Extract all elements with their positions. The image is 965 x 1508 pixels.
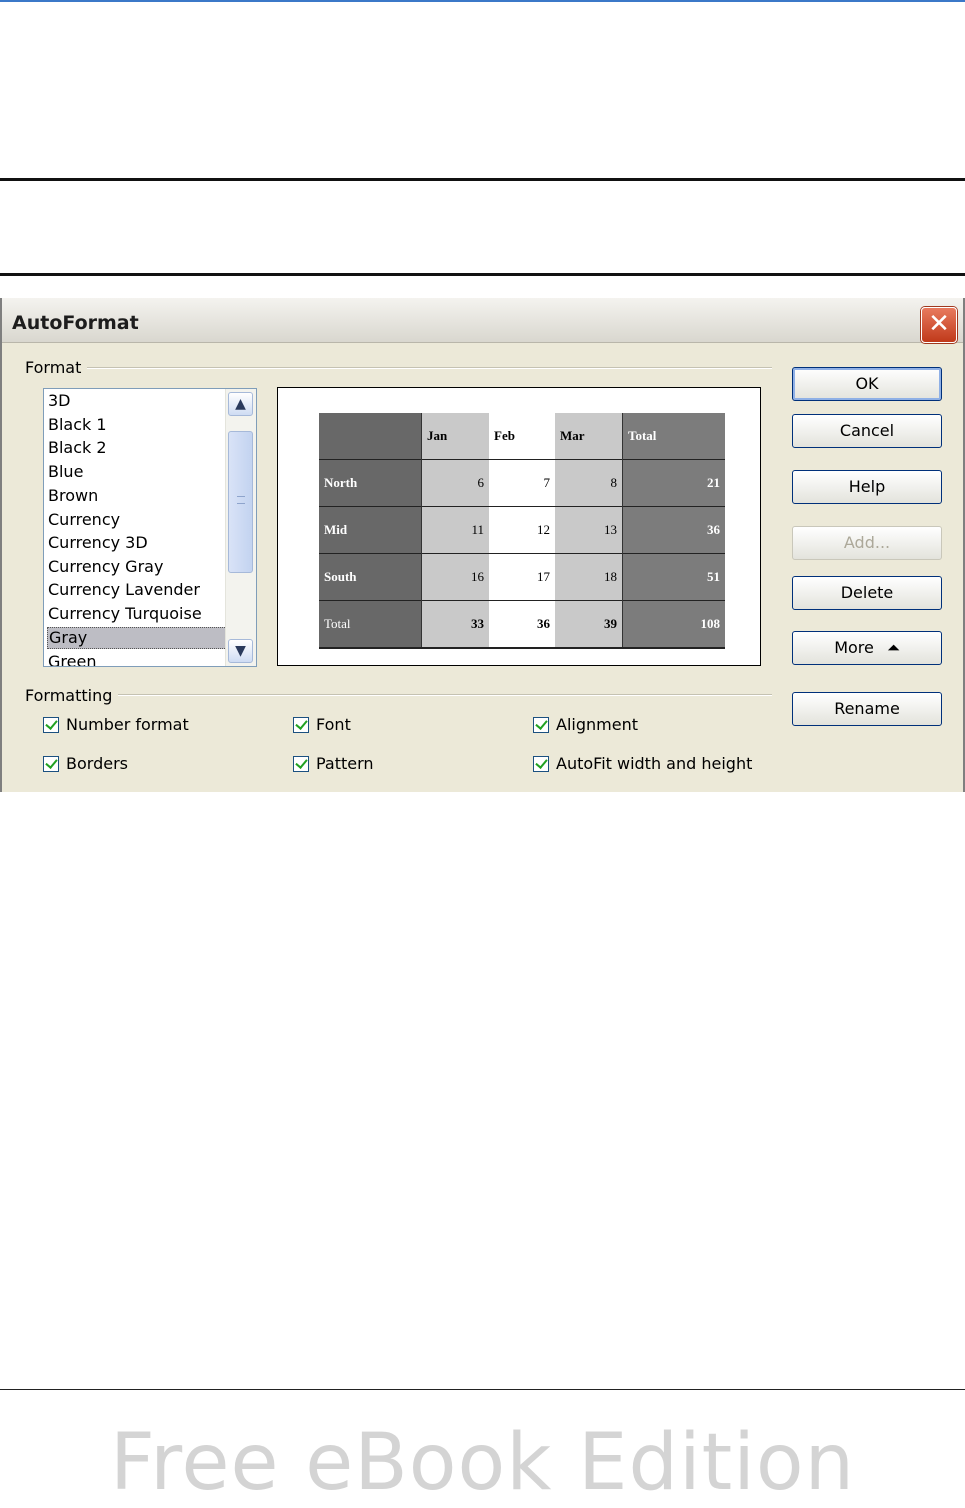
scroll-up-button[interactable]: ▲ <box>228 392 253 416</box>
preview-cell: 36 <box>489 600 555 649</box>
format-preview: Jan Feb Mar Total North 6 7 8 21 Mid 11 … <box>277 387 761 666</box>
close-icon: ✕ <box>928 309 950 339</box>
table-top-rule <box>0 178 965 181</box>
preview-total-row: Total 33 36 39 108 <box>319 600 725 649</box>
close-button[interactable]: ✕ <box>921 307 957 343</box>
preview-cell: 39 <box>555 600 623 649</box>
preview-cell: 18 <box>555 553 623 601</box>
watermark-text: Free eBook Edition <box>109 1418 856 1508</box>
preview-row: North 6 7 8 21 <box>319 459 725 507</box>
list-scrollbar[interactable]: ▲ ▼ <box>225 389 256 666</box>
preview-cell: 12 <box>489 506 555 554</box>
dialog-title: AutoFormat <box>12 312 139 334</box>
list-item[interactable]: Currency Gray <box>47 556 228 578</box>
title-bar: AutoFormat ✕ <box>2 298 963 343</box>
format-group-label: Format <box>25 358 88 377</box>
autofit-label[interactable]: AutoFit width and height <box>556 754 752 773</box>
formatting-group-label: Formatting <box>25 686 119 705</box>
preview-cell: Feb <box>489 413 555 460</box>
pattern-checkbox[interactable] <box>293 756 309 772</box>
list-item[interactable]: Black 2 <box>47 437 228 459</box>
alignment-label[interactable]: Alignment <box>556 715 638 734</box>
font-checkbox[interactable] <box>293 717 309 733</box>
scroll-thumb[interactable] <box>228 431 253 573</box>
preview-header-row: Jan Feb Mar Total <box>319 413 725 460</box>
preview-cell: South <box>319 553 422 601</box>
ok-button[interactable]: OK <box>792 367 942 401</box>
preview-cell: Jan <box>421 413 489 460</box>
preview-cell: 33 <box>421 600 489 649</box>
scroll-down-button[interactable]: ▼ <box>228 639 253 663</box>
preview-cell: Total <box>319 600 422 649</box>
preview-cell: 6 <box>421 459 489 507</box>
preview-cell: 51 <box>622 553 725 601</box>
delete-button[interactable]: Delete <box>792 576 942 610</box>
preview-cell: 36 <box>622 506 725 554</box>
list-item[interactable]: Currency Lavender <box>47 579 228 601</box>
list-item[interactable]: Currency 3D <box>47 532 228 554</box>
autoformat-dialog: AutoFormat ✕ Format 3D Black 1 Black 2 B… <box>0 298 965 792</box>
preview-cell: 11 <box>421 506 489 554</box>
preview-cell: Total <box>622 413 725 460</box>
add-button[interactable]: Add... <box>792 526 942 560</box>
format-group-line <box>26 367 772 369</box>
formatting-group-line <box>26 694 772 696</box>
preview-cell: 21 <box>622 459 725 507</box>
autofit-checkbox[interactable] <box>533 756 549 772</box>
preview-cell: Mar <box>555 413 623 460</box>
list-item[interactable]: Brown <box>47 485 228 507</box>
list-item[interactable]: Currency <box>47 509 228 531</box>
table-bottom-rule <box>0 273 965 276</box>
borders-checkbox[interactable] <box>43 756 59 772</box>
rename-button[interactable]: Rename <box>792 692 942 726</box>
list-item[interactable]: Green <box>47 651 228 666</box>
list-item[interactable]: Blue <box>47 461 228 483</box>
preview-cell <box>319 413 422 460</box>
preview-cell: 7 <box>489 459 555 507</box>
number-format-checkbox[interactable] <box>43 717 59 733</box>
preview-row: Mid 11 12 13 36 <box>319 506 725 554</box>
top-accent-rule <box>0 0 965 2</box>
preview-table: Jan Feb Mar Total North 6 7 8 21 Mid 11 … <box>319 413 725 649</box>
grip-icon <box>237 496 245 504</box>
pattern-label[interactable]: Pattern <box>316 754 374 773</box>
list-item-selected[interactable]: Gray <box>47 627 227 649</box>
more-button[interactable]: More ⏶ <box>792 631 942 665</box>
alignment-checkbox[interactable] <box>533 717 549 733</box>
preview-cell: 8 <box>555 459 623 507</box>
collapse-icon: ⏶ <box>886 638 900 657</box>
number-format-label[interactable]: Number format <box>66 715 189 734</box>
preview-cell: North <box>319 459 422 507</box>
preview-cell: 17 <box>489 553 555 601</box>
help-button[interactable]: Help <box>792 470 942 504</box>
list-item[interactable]: 3D <box>47 390 228 412</box>
format-listbox[interactable]: 3D Black 1 Black 2 Blue Brown Currency C… <box>43 388 257 667</box>
borders-label[interactable]: Borders <box>66 754 128 773</box>
list-item[interactable]: Currency Turquoise <box>47 603 228 625</box>
more-label: More <box>834 638 874 657</box>
preview-cell: Mid <box>319 506 422 554</box>
preview-cell: 108 <box>622 600 725 649</box>
footer-rule <box>0 1389 965 1390</box>
cancel-button[interactable]: Cancel <box>792 414 942 448</box>
preview-cell: 16 <box>421 553 489 601</box>
preview-cell: 13 <box>555 506 623 554</box>
font-label[interactable]: Font <box>316 715 351 734</box>
preview-row: South 16 17 18 51 <box>319 553 725 601</box>
list-item[interactable]: Black 1 <box>47 414 228 436</box>
